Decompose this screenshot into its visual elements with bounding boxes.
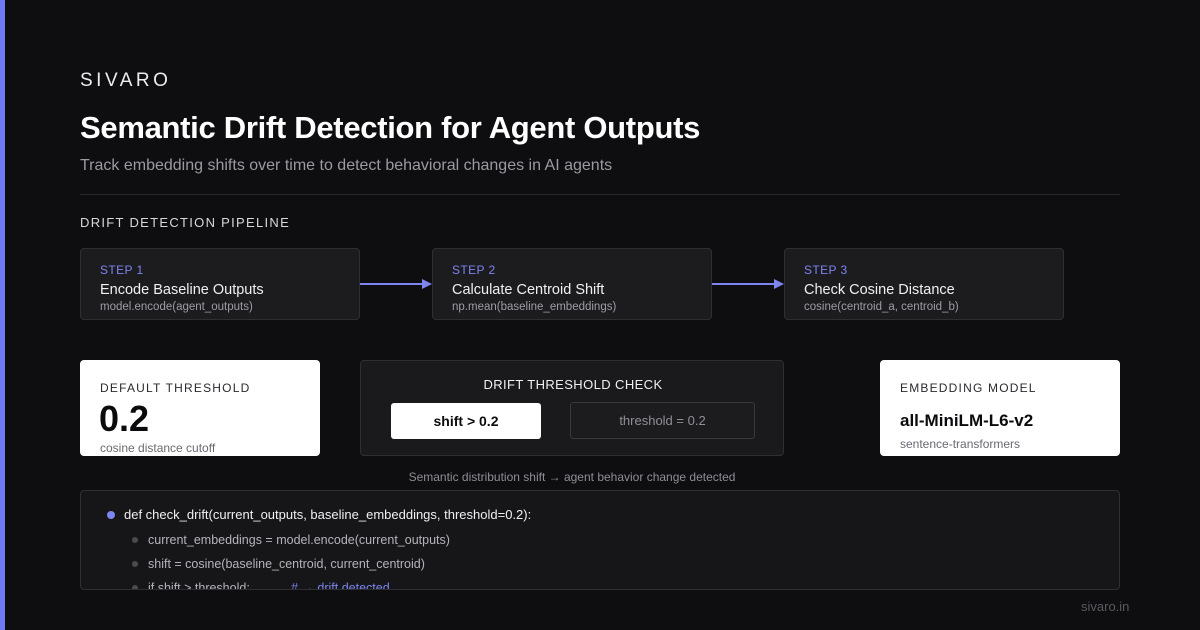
step-label: STEP 1	[100, 263, 144, 277]
step-label: STEP 3	[804, 263, 848, 277]
threshold-pill: threshold = 0.2	[570, 402, 755, 439]
shift-condition-pill: shift > 0.2	[391, 403, 541, 439]
model-card: EMBEDDING MODEL all-MiniLM-L6-v2 sentenc…	[880, 360, 1120, 456]
code-signature: def check_drift(current_outputs, baselin…	[124, 507, 532, 522]
divider	[80, 194, 1120, 195]
code-line: current_embeddings = model.encode(curren…	[148, 533, 450, 547]
step-code: np.mean(baseline_embeddings)	[452, 301, 617, 313]
pipeline-step-2: STEP 2 Calculate Centroid Shift np.mean(…	[432, 248, 712, 320]
bullet-dot	[107, 511, 115, 519]
bullet-dot	[132, 561, 138, 567]
step-name: Check Cosine Distance	[804, 282, 955, 298]
threshold-label: DEFAULT THRESHOLD	[100, 381, 251, 395]
step-label: STEP 2	[452, 263, 496, 277]
bullet-dot	[132, 537, 138, 543]
model-label: EMBEDDING MODEL	[900, 381, 1037, 395]
arrow-right-icon	[712, 279, 784, 289]
threshold-value: 0.2	[99, 398, 150, 439]
step-code: cosine(centroid_a, centroid_b)	[804, 301, 959, 313]
bullet-dot	[132, 585, 138, 589]
page-title: Semantic Drift Detection for Agent Outpu…	[80, 110, 701, 145]
pipeline-section-label: DRIFT DETECTION PIPELINE	[80, 215, 291, 230]
pipeline-step-3: STEP 3 Check Cosine Distance cosine(cent…	[784, 248, 1064, 320]
step-name: Calculate Centroid Shift	[452, 282, 605, 298]
code-comment: # → drift detected	[291, 581, 390, 590]
pipeline-step-1: STEP 1 Encode Baseline Outputs model.enc…	[80, 248, 360, 320]
threshold-card: DEFAULT THRESHOLD 0.2 cosine distance cu…	[80, 360, 320, 456]
threshold-sub: cosine distance cutoff	[100, 441, 216, 455]
code-line: shift = cosine(baseline_centroid, curren…	[148, 557, 425, 571]
drift-caption: Semantic distribution shift → agent beha…	[408, 470, 736, 484]
step-name: Encode Baseline Outputs	[100, 282, 264, 298]
code-snippet: def check_drift(current_outputs, baselin…	[80, 490, 1120, 590]
page-subtitle: Track embedding shifts over time to dete…	[80, 157, 613, 174]
step-code: model.encode(agent_outputs)	[100, 301, 253, 313]
code-line: if shift > threshold:	[148, 581, 250, 590]
arrow-right-icon	[360, 279, 432, 289]
drift-check-title: DRIFT THRESHOLD CHECK	[483, 377, 663, 392]
model-sub: sentence-transformers	[900, 437, 1021, 451]
brand-logo: SIVARO	[80, 70, 172, 91]
footer-url[interactable]: sivaro.in	[1081, 599, 1129, 614]
accent-bar	[0, 0, 5, 630]
model-name: all-MiniLM-L6-v2	[900, 411, 1034, 430]
drift-check-card: DRIFT THRESHOLD CHECK shift > 0.2 thresh…	[360, 360, 784, 456]
